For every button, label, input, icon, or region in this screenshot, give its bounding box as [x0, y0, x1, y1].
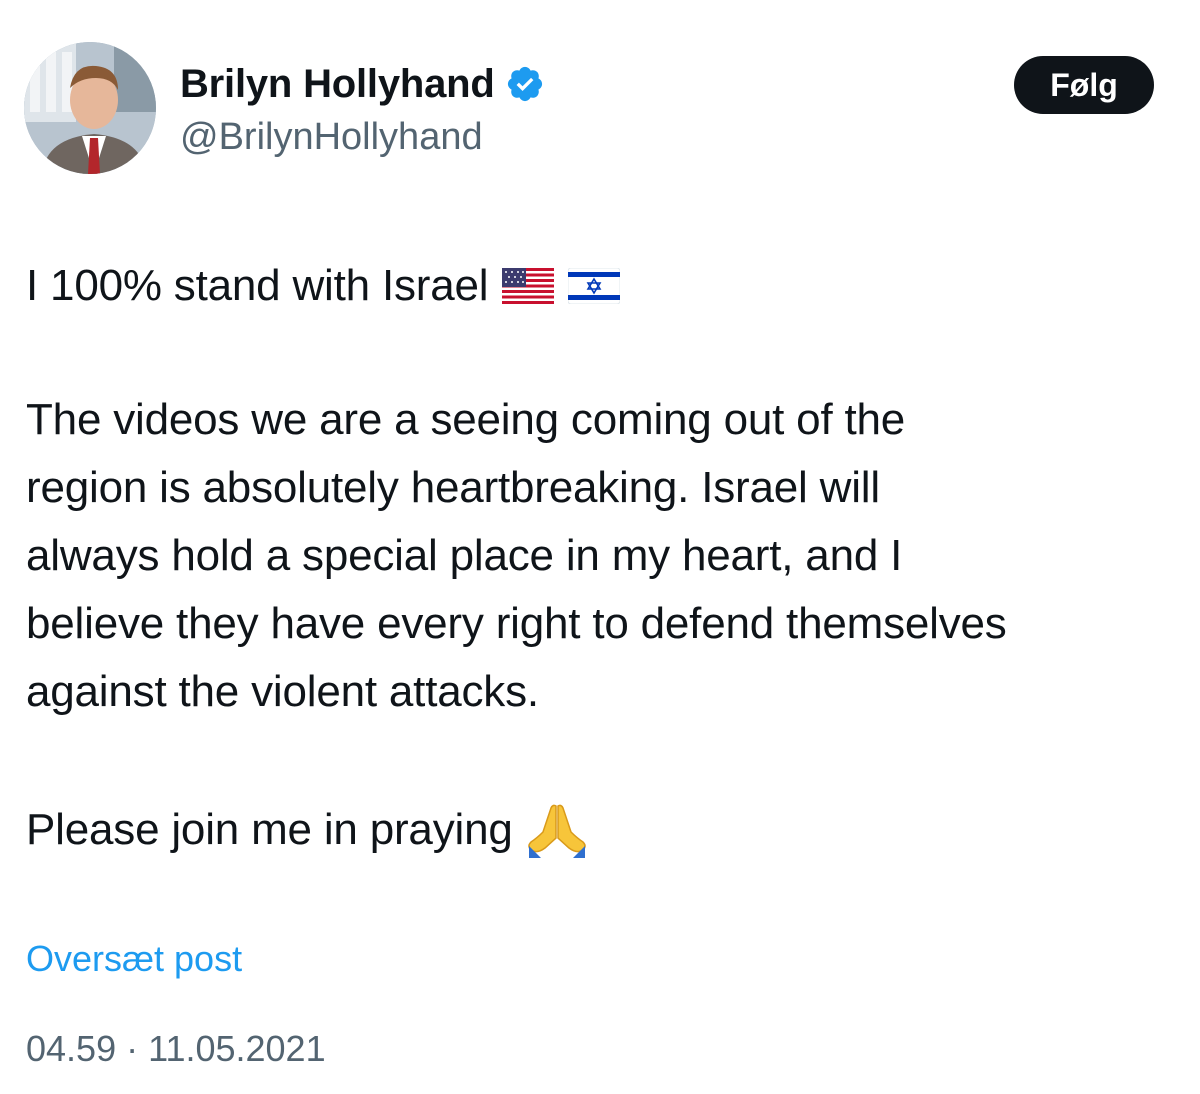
- author-name-row: Brilyn Hollyhand: [180, 60, 545, 108]
- post-date: 11.05.2021: [148, 1028, 326, 1069]
- follow-button[interactable]: Følg: [1014, 56, 1154, 114]
- author-handle[interactable]: @BrilynHollyhand: [180, 116, 483, 159]
- verified-badge-icon: [507, 66, 542, 102]
- flag-us-icon: [502, 268, 555, 304]
- post-paragraph-2-line: always hold a special place in my heart,…: [26, 531, 903, 580]
- post-line-1: I 100% stand with Israel: [26, 256, 621, 316]
- translate-post-link[interactable]: Oversæt post: [26, 938, 242, 980]
- post-paragraph-2-line: believe they have every right to defend …: [26, 599, 1007, 648]
- flag-israel-icon: [568, 268, 621, 304]
- post-paragraph-2-line: region is absolutely heartbreaking. Isra…: [26, 463, 880, 512]
- profile-photo-icon: [24, 42, 156, 174]
- timestamp-separator: ·: [126, 1028, 139, 1069]
- post-paragraph-2-line: The videos we are a seeing coming out of…: [26, 395, 906, 444]
- post-time: 04.59: [26, 1028, 117, 1069]
- praying-hands-icon: [527, 802, 587, 858]
- post-timestamp[interactable]: 04.59 · 11.05.2021: [26, 1028, 326, 1070]
- post-line-3: Please join me in praying: [26, 798, 587, 862]
- author-display-name[interactable]: Brilyn Hollyhand: [180, 62, 495, 107]
- avatar[interactable]: [24, 42, 156, 174]
- post-line-1-text: I 100% stand with Israel: [26, 261, 489, 310]
- tweet-card: Brilyn Hollyhand @BrilynHollyhand Følg I…: [0, 0, 1200, 1094]
- post-paragraph-2-line: against the violent attacks.: [26, 667, 539, 716]
- post-line-3-text: Please join me in praying: [26, 805, 513, 854]
- post-paragraph-2: The videos we are a seeing coming out of…: [26, 386, 1007, 726]
